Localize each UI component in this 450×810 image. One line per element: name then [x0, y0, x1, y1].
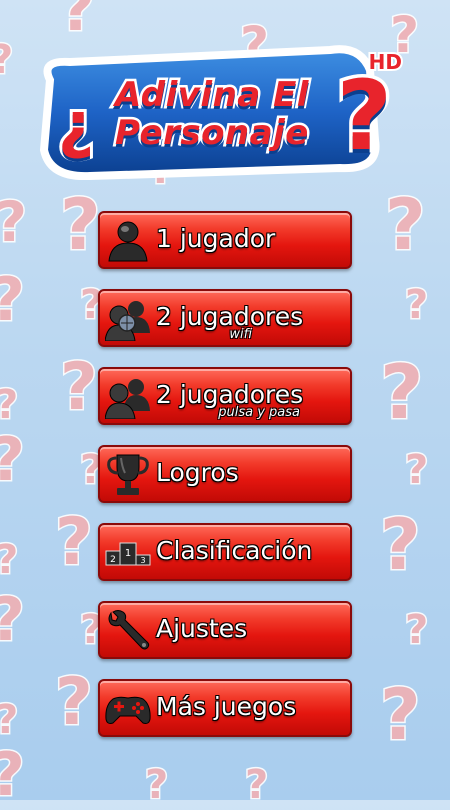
menu-item-label: Más juegos	[156, 692, 297, 721]
logo-title-line2: Personaje	[113, 113, 311, 153]
single-player-icon	[104, 218, 152, 264]
question-mark-icon: ?	[403, 447, 429, 493]
menu-item-label: Clasificación	[156, 536, 313, 565]
question-mark-icon: ?	[59, 184, 103, 266]
menu-item-label: 1 jugador	[156, 224, 276, 253]
logo-title: Adivina El Personaje	[85, 75, 340, 153]
question-mark-icon: ?	[0, 589, 26, 652]
menu-item-label: Ajustes	[156, 614, 248, 643]
question-mark-icon: ?	[379, 504, 423, 586]
players-wifi-icon	[104, 296, 152, 342]
question-mark-icon: ?	[0, 39, 15, 82]
hd-badge: HD	[367, 48, 404, 76]
question-mark-icon: ?	[59, 0, 97, 45]
main-menu: 1 jugador 2 jugadores wifi 2 jugadores p…	[98, 211, 352, 757]
leaderboard-button[interactable]: 2 1 3 Clasificación	[98, 523, 352, 581]
question-mark-icon: ?	[54, 505, 95, 580]
menu-item-label: Logros	[156, 458, 239, 487]
two-players-icon	[104, 374, 152, 420]
two-players-wifi-button[interactable]: 2 jugadores wifi	[98, 289, 352, 347]
question-mark-icon: ?	[0, 193, 28, 251]
trophy-icon	[104, 452, 152, 498]
question-mark: ?	[333, 60, 396, 172]
app-logo: ¿ Adivina El Personaje ? HD	[30, 40, 410, 181]
question-mark-icon: ?	[403, 282, 429, 328]
question-mark-icon: ?	[0, 429, 26, 492]
gamepad-icon	[104, 686, 152, 732]
question-mark-icon: ?	[0, 269, 26, 332]
podium-icon: 2 1 3	[104, 530, 152, 576]
menu-item-sublabel: wifi	[229, 327, 252, 342]
logo-title-line1: Adivina El	[113, 75, 311, 115]
question-mark-icon: ?	[379, 674, 423, 756]
question-mark-icon: ?	[59, 350, 100, 425]
single-player-button[interactable]: 1 jugador	[98, 211, 352, 269]
svg-text:3: 3	[140, 556, 145, 565]
question-mark-icon: ?	[379, 348, 425, 436]
question-mark-icon: ?	[0, 539, 20, 582]
more-games-button[interactable]: Más juegos	[98, 679, 352, 737]
question-mark-icon: ?	[0, 744, 26, 807]
wrench-icon	[104, 608, 152, 654]
two-players-pass-button[interactable]: 2 jugadores pulsa y pasa	[98, 367, 352, 425]
question-mark-icon: ?	[0, 699, 20, 742]
question-mark-icon: ?	[384, 184, 428, 266]
question-mark-icon: ?	[143, 762, 169, 808]
svg-text:2: 2	[110, 555, 116, 565]
question-mark-icon: ?	[0, 384, 20, 427]
question-mark-icon: ?	[243, 762, 269, 808]
svg-text:1: 1	[125, 548, 131, 559]
menu-item-sublabel: pulsa y pasa	[218, 405, 300, 420]
question-mark-icon: ?	[403, 607, 429, 653]
achievements-button[interactable]: Logros	[98, 445, 352, 503]
settings-button[interactable]: Ajustes	[98, 601, 352, 659]
question-mark-icon: ?	[54, 665, 95, 740]
